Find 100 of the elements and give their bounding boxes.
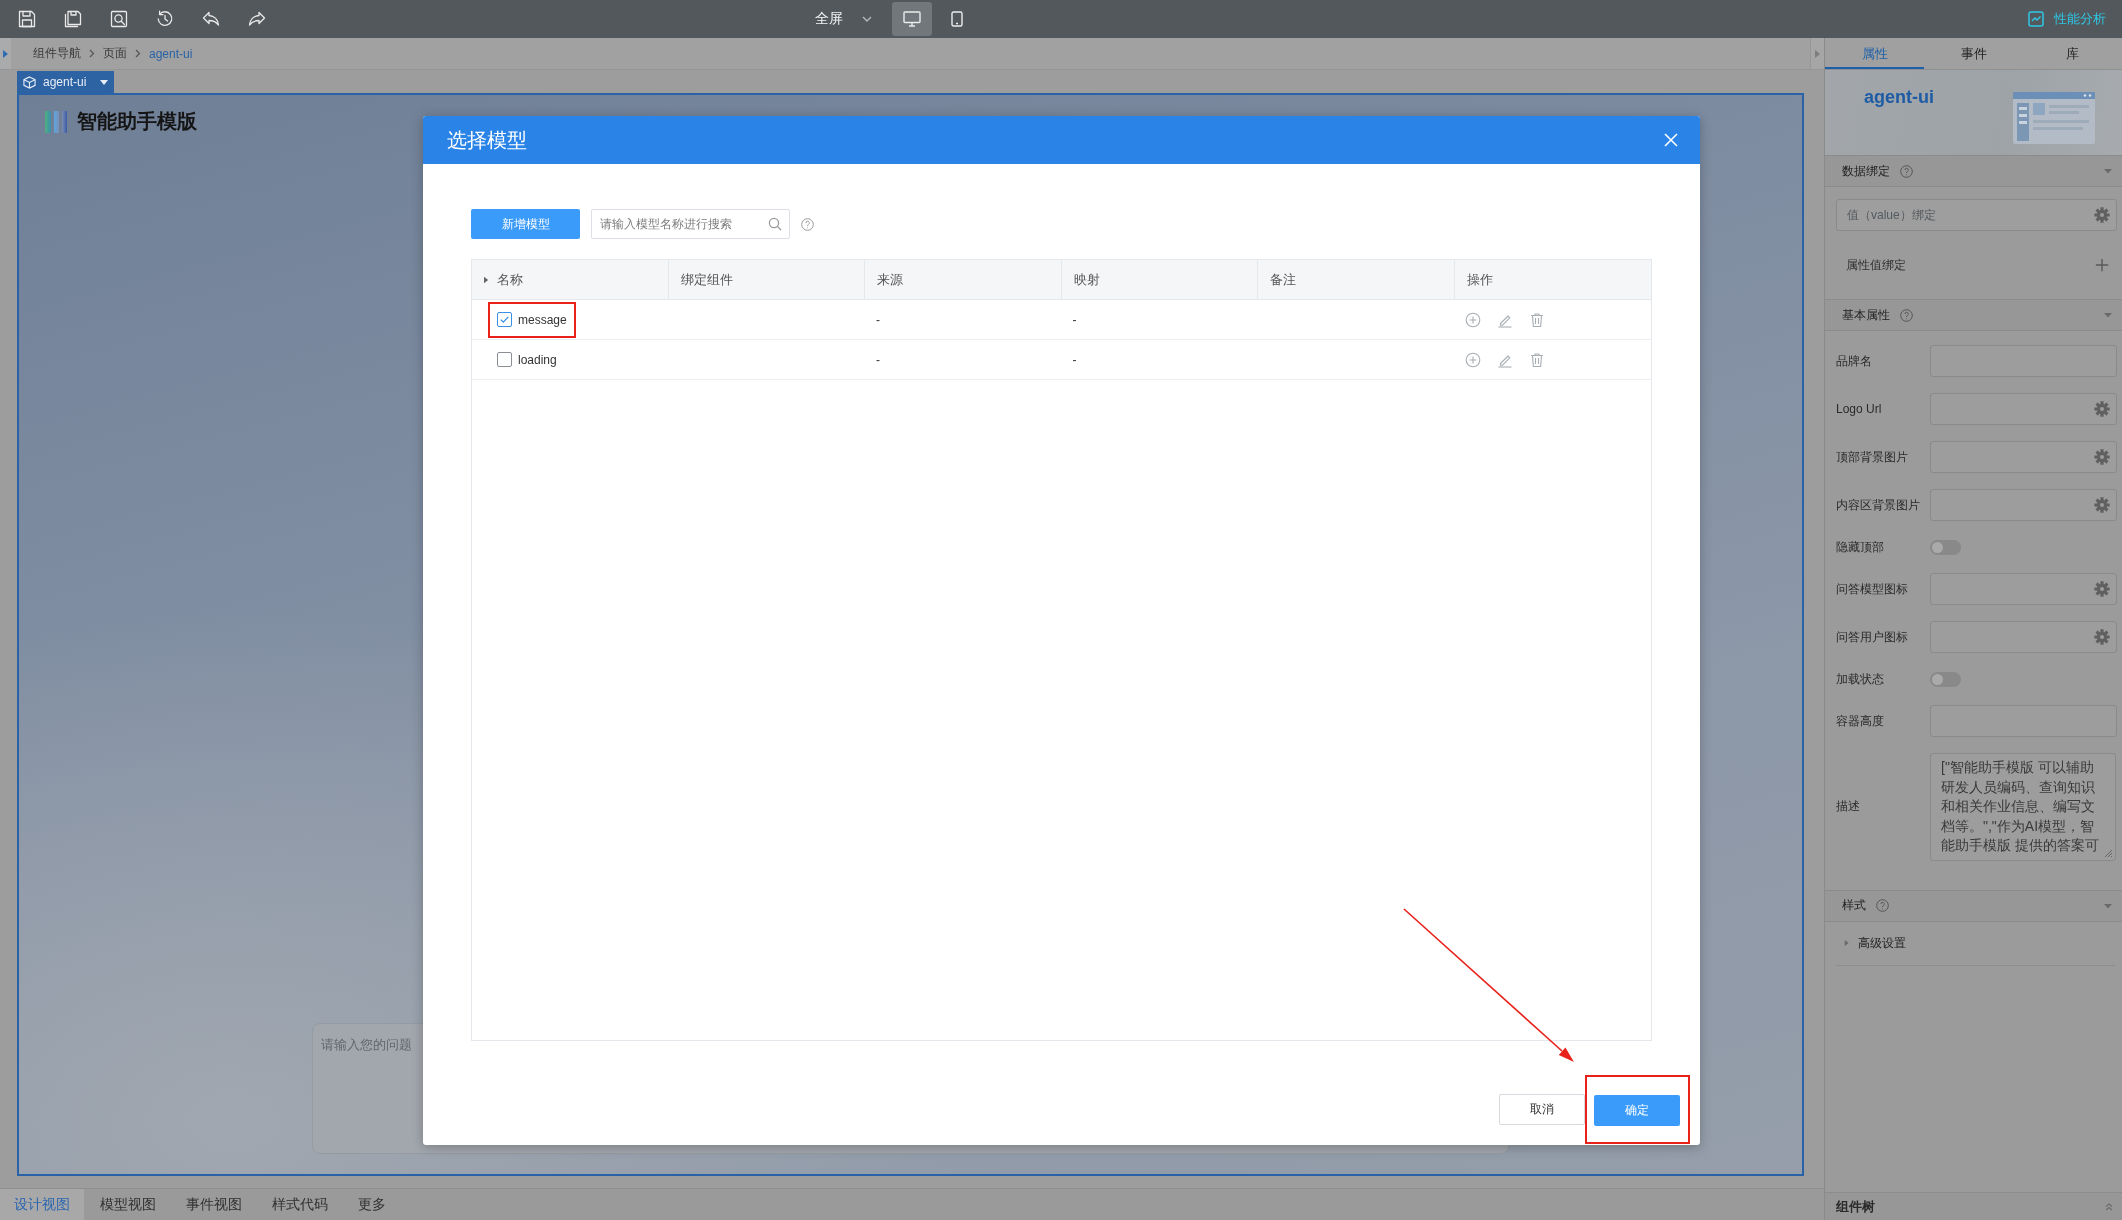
property-label: 容器高度 — [1836, 712, 1885, 730]
double-chevron-up-icon[interactable] — [2105, 1202, 2113, 1211]
tablet-icon — [951, 11, 963, 27]
column-header: 绑定组件 — [680, 270, 733, 289]
help-icon[interactable] — [1876, 899, 1889, 913]
screen-select[interactable]: 全屏 — [815, 4, 872, 34]
view-tab[interactable]: 样式代码 — [258, 1189, 342, 1220]
section-title: 样式 — [1842, 897, 1866, 915]
plus-icon[interactable] — [2095, 258, 2109, 272]
component-tag-button[interactable]: agent-ui — [17, 71, 114, 93]
column-header: 备注 — [1270, 270, 1296, 289]
property-label: Logo Url — [1836, 402, 1883, 416]
help-icon[interactable] — [801, 217, 814, 231]
chevron-right-icon — [89, 49, 95, 58]
breadcrumb-link[interactable]: 页面 — [103, 45, 127, 62]
dialog-title: 选择模型 — [447, 127, 527, 153]
section-header[interactable]: 样式 — [1825, 889, 2122, 922]
caret-down-icon — [100, 79, 108, 85]
property-label: 描述 — [1836, 798, 1861, 816]
input-field[interactable] — [1930, 441, 2117, 473]
description-textarea[interactable]: ["智能助手模版 可以辅助研发人员编码、查询知识和相关作业信息、编写文档等。","作为AI模型，智能助手模版 提供的答案可 — [1930, 753, 2116, 861]
plus-circle-icon[interactable] — [1464, 351, 1481, 368]
component-tree-bar[interactable]: 组件树 — [1825, 1192, 2122, 1220]
binding-field[interactable]: 值（value）绑定 — [1836, 199, 2117, 231]
monitor-icon — [903, 11, 921, 27]
caret-right-icon — [1815, 49, 1820, 58]
search-field[interactable]: 请输入模型名称进行搜索 — [591, 209, 790, 239]
help-icon[interactable] — [1900, 164, 1913, 178]
column-header: 名称 — [497, 270, 523, 289]
desktop-view-button[interactable] — [892, 2, 932, 36]
caret-right-icon — [3, 49, 8, 58]
caret-right-icon[interactable] — [484, 275, 489, 284]
panel-tab[interactable]: 库 — [2023, 38, 2122, 69]
view-tab[interactable]: 模型视图 — [86, 1189, 170, 1220]
search-icon[interactable] — [768, 217, 782, 231]
chevron-down-icon — [862, 16, 872, 22]
section-title: 基本属性 — [1842, 306, 1890, 324]
settings-icon[interactable] — [2094, 629, 2110, 645]
input-field[interactable] — [1930, 621, 2117, 653]
table-row[interactable]: loading - - — [472, 340, 1651, 380]
resize-grip-icon[interactable] — [2103, 847, 2113, 858]
close-icon[interactable] — [1664, 133, 1678, 147]
history-icon[interactable] — [155, 9, 175, 29]
settings-icon[interactable] — [2094, 497, 2110, 513]
magnifier-page-icon[interactable] — [109, 9, 129, 29]
caret-down-icon[interactable] — [2103, 310, 2113, 320]
view-tab[interactable]: 事件视图 — [172, 1189, 256, 1220]
add-model-button[interactable]: 新增模型 — [471, 209, 580, 239]
section-title: 数据绑定 — [1842, 162, 1890, 180]
redo-icon[interactable] — [247, 9, 267, 29]
panel-tab[interactable]: 事件 — [1924, 38, 2023, 69]
settings-icon[interactable] — [2094, 207, 2110, 223]
input-field[interactable] — [1930, 393, 2117, 425]
settings-icon[interactable] — [2094, 581, 2110, 597]
model-name: loading — [518, 352, 557, 367]
view-tab[interactable]: 设计视图 — [0, 1189, 84, 1220]
column-header: 来源 — [877, 270, 903, 289]
cancel-button[interactable]: 取消 — [1499, 1094, 1585, 1125]
undo-icon[interactable] — [201, 9, 221, 29]
column-header: 操作 — [1466, 270, 1493, 289]
property-label: 问答模型图标 — [1836, 580, 1909, 598]
panel-toggle[interactable] — [1810, 38, 1824, 69]
plus-circle-icon[interactable] — [1464, 311, 1481, 328]
table-cell: - — [1072, 352, 1077, 367]
property-label: 问答用户图标 — [1836, 628, 1909, 646]
chevron-right-icon — [135, 49, 141, 58]
model-name: message — [518, 312, 567, 327]
table-cell: - — [1072, 312, 1077, 327]
toggle-switch[interactable] — [1930, 539, 1961, 555]
view-tab[interactable]: 更多 — [344, 1189, 400, 1220]
input-field[interactable] — [1930, 573, 2117, 605]
toggle-switch[interactable] — [1930, 671, 1961, 687]
performance-link[interactable]: 性能分析 — [2028, 10, 2106, 28]
help-icon[interactable] — [1900, 308, 1913, 322]
cube-icon — [23, 75, 36, 89]
property-label: 加载状态 — [1836, 670, 1885, 688]
component-name: agent-ui — [1864, 87, 1934, 107]
sidebar-toggle[interactable] — [0, 38, 11, 69]
column-header: 映射 — [1073, 270, 1100, 289]
breadcrumb-link[interactable]: 组件导航 — [33, 45, 81, 62]
trash-icon[interactable] — [1528, 311, 1545, 328]
table-row[interactable]: message - - — [472, 300, 1651, 340]
property-label: 隐藏顶部 — [1836, 538, 1885, 556]
input-field[interactable] — [1930, 489, 2117, 521]
settings-icon[interactable] — [2094, 449, 2110, 465]
settings-icon[interactable] — [2094, 401, 2110, 417]
caret-down-icon[interactable] — [2103, 166, 2113, 176]
confirm-button[interactable]: 确定 — [1594, 1095, 1680, 1126]
component-tree-title: 组件树 — [1836, 1197, 1875, 1216]
bars-logo-icon — [44, 109, 70, 134]
table-cell: - — [876, 352, 880, 367]
table-cell: - — [876, 312, 880, 327]
checkbox[interactable] — [497, 352, 512, 367]
floppy-stack-icon[interactable] — [63, 9, 83, 29]
section-header[interactable]: 数据绑定 — [1825, 155, 2122, 187]
app-title: 智能助手模版 — [77, 109, 197, 134]
section-header[interactable]: 基本属性 — [1825, 299, 2122, 331]
checkbox[interactable] — [497, 312, 512, 327]
trash-icon[interactable] — [1528, 351, 1545, 368]
group-title[interactable]: 高级设置 — [1858, 934, 1906, 952]
